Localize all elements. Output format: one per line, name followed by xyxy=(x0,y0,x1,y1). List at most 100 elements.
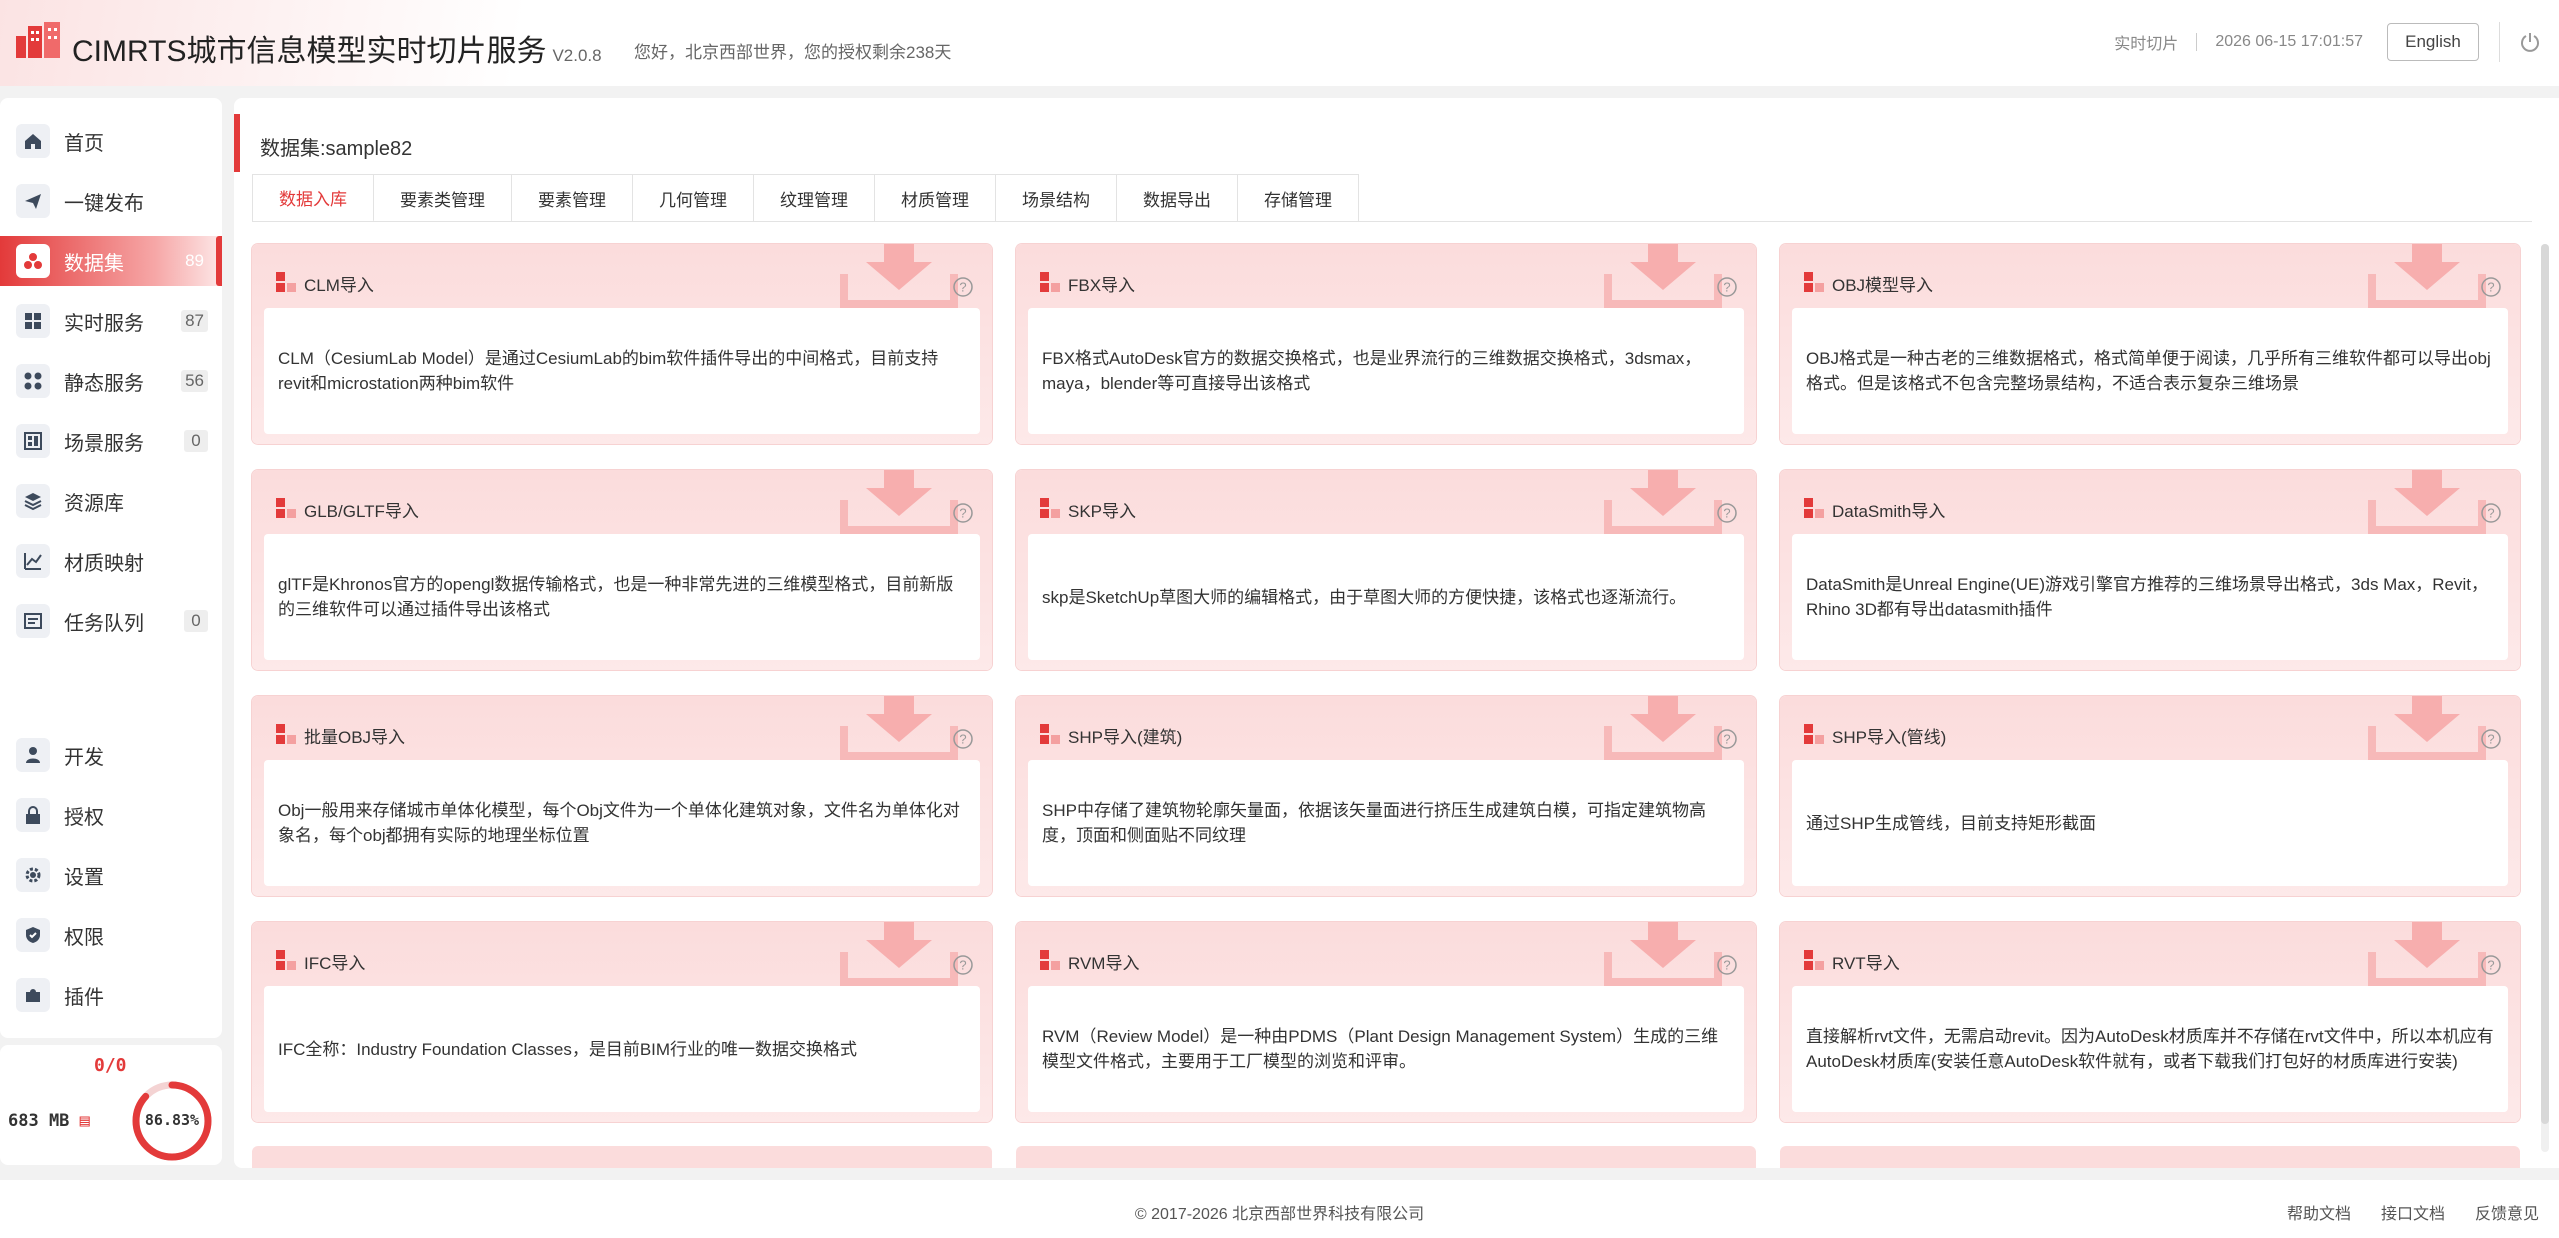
squares-mark-icon xyxy=(276,724,296,744)
help-icon[interactable]: ? xyxy=(2480,276,2502,298)
import-card[interactable]: DataSmith导入? DataSmith是Unreal Engine(UE)游… xyxy=(1780,470,2520,670)
sidebar-item-label: 开发 xyxy=(64,746,104,769)
feedback-link[interactable]: 反馈意见 xyxy=(2475,1200,2539,1224)
sidebar-item-settings[interactable]: 设置 xyxy=(0,850,222,900)
svg-text:?: ? xyxy=(959,732,966,747)
import-card[interactable]: RVT导入? 直接解析rvt文件，无需启动revit。因为AutoDesk材质库并… xyxy=(1780,922,2520,1122)
import-card[interactable]: RVM导入? RVM（Review Model）是一种由PDMS（Plant De… xyxy=(1016,922,1756,1122)
squares-mark-icon xyxy=(276,950,296,970)
svg-text:?: ? xyxy=(959,958,966,973)
sidebar-item-realtime-service[interactable]: 实时服务 87 xyxy=(0,296,222,346)
import-card[interactable]: SHP导入(管线)? 通过SHP生成管线，目前支持矩形截面 xyxy=(1780,696,2520,896)
tab-data-export[interactable]: 数据导出 xyxy=(1117,175,1238,222)
storage-ratio: 0/0 xyxy=(94,1055,127,1076)
sidebar-item-material-mapping[interactable]: 材质映射 xyxy=(0,536,222,586)
sidebar-item-label: 任务队列 xyxy=(64,612,144,635)
import-card[interactable]: OBJ模型导入? OBJ格式是一种古老的三维数据格式，格式简单便于阅读，几乎所有三… xyxy=(1780,244,2520,444)
squares-mark-icon xyxy=(1040,272,1060,292)
card-title: FBX导入 xyxy=(1068,276,1136,295)
help-icon[interactable]: ? xyxy=(952,954,974,976)
sidebar-item-scene-service[interactable]: 场景服务 0 xyxy=(0,416,222,466)
tab-texture[interactable]: 纹理管理 xyxy=(754,175,875,222)
tab-geometry[interactable]: 几何管理 xyxy=(633,175,754,222)
count-badge: 0 xyxy=(184,610,208,632)
card-description: skp是SketchUp草图大师的编辑格式，由于草图大师的方便快捷，该格式也逐渐… xyxy=(1042,587,1687,607)
tab-scene-structure[interactable]: 场景结构 xyxy=(996,175,1117,222)
sidebar-item-label: 实时服务 xyxy=(64,312,144,335)
dataset-title: 数据集:sample82 xyxy=(260,138,413,160)
help-icon[interactable]: ? xyxy=(952,276,974,298)
sidebar-item-dev[interactable]: 开发 xyxy=(0,730,222,780)
import-card[interactable]: FBX导入? FBX格式AutoDesk官方的数据交换格式，也是业界流行的三维数据… xyxy=(1016,244,1756,444)
help-icon[interactable]: ? xyxy=(2480,954,2502,976)
power-button[interactable] xyxy=(2499,22,2559,62)
storage-size-text: 683 MB xyxy=(8,1111,70,1131)
svg-text:?: ? xyxy=(959,506,966,521)
help-icon[interactable]: ? xyxy=(952,728,974,750)
sidebar-item-dataset[interactable]: 数据集 89 xyxy=(0,236,222,286)
squares-mark-icon xyxy=(1804,724,1824,744)
api-docs-link[interactable]: 接口文档 xyxy=(2381,1200,2445,1224)
squares-mark-icon xyxy=(1040,498,1060,518)
card-body: DataSmith是Unreal Engine(UE)游戏引擎官方推荐的三维场景… xyxy=(1792,534,2508,660)
card-description: CLM（CesiumLab Model）是通过CesiumLab的bim软件插件… xyxy=(278,349,939,393)
help-icon[interactable]: ? xyxy=(2480,728,2502,750)
import-card[interactable]: 批量OBJ导入? Obj一般用来存储城市单体化模型，每个Obj文件为一个单体化建筑… xyxy=(252,696,992,896)
card-description: FBX格式AutoDesk官方的数据交换格式，也是业界流行的三维数据交换格式，3… xyxy=(1042,349,1702,393)
sidebar-item-plugin[interactable]: 插件 xyxy=(0,970,222,1020)
import-card[interactable]: GLB/GLTF导入? glTF是Khronos官方的opengl数据传输格式，也… xyxy=(252,470,992,670)
sidebar-item-resource[interactable]: 资源库 xyxy=(0,476,222,526)
import-card[interactable]: SHP导入(建筑)? SHP中存储了建筑物轮廓矢量面，依据该矢量面进行挤压生成建筑… xyxy=(1016,696,1756,896)
help-icon[interactable]: ? xyxy=(1716,728,1738,750)
sidebar-item-label: 插件 xyxy=(64,986,104,1009)
tab-storage[interactable]: 存储管理 xyxy=(1238,175,1358,222)
card-body: FBX格式AutoDesk官方的数据交换格式，也是业界流行的三维数据交换格式，3… xyxy=(1028,308,1744,434)
download-icon xyxy=(840,470,958,534)
sidebar-item-publish[interactable]: 一键发布 xyxy=(0,176,222,226)
download-icon xyxy=(2368,244,2486,308)
squares-mark-icon xyxy=(1804,950,1824,970)
card-body: 直接解析rvt文件，无需启动revit。因为AutoDesk材质库并不存储在rv… xyxy=(1792,986,2508,1112)
card-title: CLM导入 xyxy=(304,276,374,295)
svg-text:?: ? xyxy=(2487,506,2494,521)
card-title: SHP导入(建筑) xyxy=(1068,728,1183,747)
tab-material[interactable]: 材质管理 xyxy=(875,175,996,222)
import-card[interactable]: SKP导入? skp是SketchUp草图大师的编辑格式，由于草图大师的方便快捷，… xyxy=(1016,470,1756,670)
tab-feature-class[interactable]: 要素类管理 xyxy=(374,175,512,222)
card-body: IFC全称：Industry Foundation Classes，是目前BIM… xyxy=(264,986,980,1112)
help-icon[interactable]: ? xyxy=(1716,502,1738,524)
language-button[interactable]: English xyxy=(2387,23,2479,61)
sidebar-item-static-service[interactable]: 静态服务 56 xyxy=(0,356,222,406)
download-icon xyxy=(2368,696,2486,760)
squares-mark-icon xyxy=(1804,272,1824,292)
help-icon[interactable]: ? xyxy=(2480,502,2502,524)
svg-text:?: ? xyxy=(2487,958,2494,973)
tab-bar: 数据入库 要素类管理 要素管理 几何管理 纹理管理 材质管理 场景结构 数据导出… xyxy=(252,174,1359,222)
sidebar-item-permission[interactable]: 权限 xyxy=(0,910,222,960)
storage-percent: 86.83% xyxy=(144,1111,200,1129)
scrollbar-thumb[interactable] xyxy=(2541,244,2549,1124)
svg-text:?: ? xyxy=(959,280,966,295)
import-card[interactable]: CLM导入? CLM（CesiumLab Model）是通过CesiumLab的b… xyxy=(252,244,992,444)
gear-icon xyxy=(16,858,50,892)
tab-data-import[interactable]: 数据入库 xyxy=(253,175,374,222)
realtime-link[interactable]: 实时切片 xyxy=(2096,30,2196,54)
chart-icon xyxy=(16,544,50,578)
sidebar-item-license[interactable]: 授权 xyxy=(0,790,222,840)
help-icon[interactable]: ? xyxy=(1716,954,1738,976)
app-header: CIMRTS城市信息模型实时切片服务 V2.0.8 您好，北京西部世界，您的授权剩… xyxy=(0,0,2559,86)
card-description: OBJ格式是一种古老的三维数据格式，格式简单便于阅读，几乎所有三维软件都可以导出… xyxy=(1806,349,2491,393)
svg-text:?: ? xyxy=(2487,280,2494,295)
count-badge: 56 xyxy=(181,370,208,392)
card-description: glTF是Khronos官方的opengl数据传输格式，也是一种非常先进的三维模… xyxy=(278,575,954,619)
help-icon[interactable]: ? xyxy=(952,502,974,524)
squares-mark-icon xyxy=(1040,724,1060,744)
import-card[interactable]: IFC导入? IFC全称：Industry Foundation Classes，… xyxy=(252,922,992,1122)
storage-size: 683 MB ▤ xyxy=(8,1111,90,1131)
help-icon[interactable]: ? xyxy=(1716,276,1738,298)
app-version: V2.0.8 xyxy=(552,46,602,65)
tab-feature[interactable]: 要素管理 xyxy=(512,175,633,222)
sidebar-item-task-queue[interactable]: 任务队列 0 xyxy=(0,596,222,646)
help-docs-link[interactable]: 帮助文档 xyxy=(2287,1200,2351,1224)
sidebar-item-home[interactable]: 首页 xyxy=(0,116,222,166)
